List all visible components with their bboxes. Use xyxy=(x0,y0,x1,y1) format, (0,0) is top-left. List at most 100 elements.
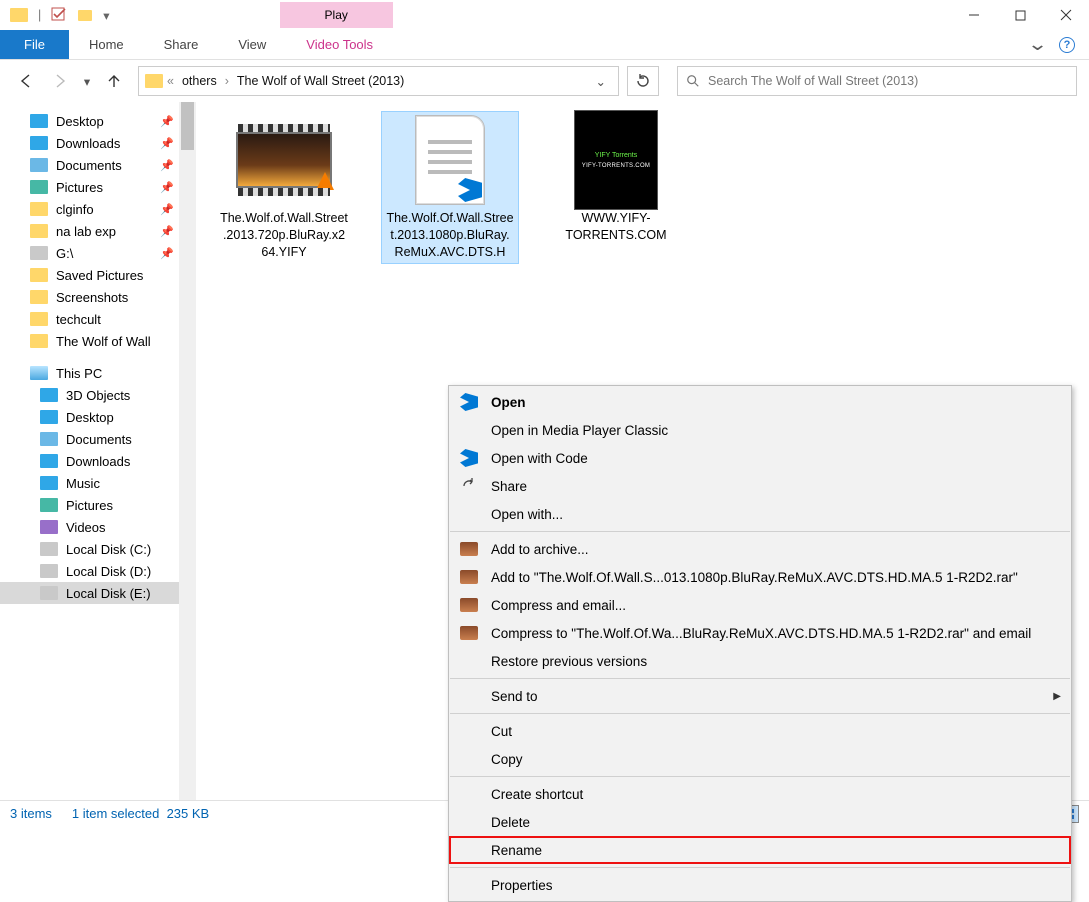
context-menu: Open Open in Media Player Classic Open w… xyxy=(448,385,1072,902)
sidebar-scrollbar-track[interactable] xyxy=(179,102,196,800)
nav-back-button[interactable] xyxy=(12,67,40,95)
ctx-restore[interactable]: Restore previous versions xyxy=(449,647,1071,675)
ribbon-help-icon[interactable]: ? xyxy=(1059,37,1075,53)
close-button[interactable] xyxy=(1043,0,1089,30)
ctx-add-archive[interactable]: Add to archive... xyxy=(449,535,1071,563)
sidebar-item[interactable]: G:\ 📌 xyxy=(0,242,196,264)
ctx-compress-to[interactable]: Compress to "The.Wolf.Of.Wa...BluRay.ReM… xyxy=(449,619,1071,647)
search-box[interactable]: Search The Wolf of Wall Street (2013) xyxy=(677,66,1077,96)
ribbon-tab-view[interactable]: View xyxy=(218,30,286,59)
this-pc-node[interactable]: This PC xyxy=(0,362,196,384)
ctx-open-code[interactable]: Open with Code xyxy=(449,444,1071,472)
sidebar-item-label: Local Disk (D:) xyxy=(66,564,151,579)
sidebar-item[interactable]: Documents 📌 xyxy=(0,154,196,176)
pin-icon: 📌 xyxy=(160,159,174,172)
ctx-shortcut[interactable]: Create shortcut xyxy=(449,780,1071,808)
refresh-button[interactable] xyxy=(627,66,659,96)
sidebar-item[interactable]: Pictures 📌 xyxy=(0,176,196,198)
sidebar-item[interactable]: 3D Objects xyxy=(0,384,196,406)
pin-icon: 📌 xyxy=(160,115,174,128)
sidebar-item[interactable]: Documents xyxy=(0,428,196,450)
folder-icon xyxy=(30,246,48,260)
ctx-separator xyxy=(450,678,1070,679)
qat-divider: | xyxy=(38,8,41,22)
file-item[interactable]: YIFY TorrentsYIFY-TORRENTS.COMWWW.YIFY-T… xyxy=(548,112,684,246)
sidebar-item[interactable]: Desktop 📌 xyxy=(0,110,196,132)
ribbon-tab-file[interactable]: File xyxy=(0,30,69,59)
sidebar-item[interactable]: techcult xyxy=(0,308,196,330)
sidebar-item-label: 3D Objects xyxy=(66,388,130,403)
ctx-cut[interactable]: Cut xyxy=(449,717,1071,745)
sidebar-item[interactable]: The Wolf of Wall xyxy=(0,330,196,352)
breadcrumb-l1[interactable]: others xyxy=(178,74,221,88)
sidebar-item[interactable]: Local Disk (D:) xyxy=(0,560,196,582)
sidebar-item[interactable]: Local Disk (C:) xyxy=(0,538,196,560)
ctx-add-to-rar[interactable]: Add to "The.Wolf.Of.Wall.S...013.1080p.B… xyxy=(449,563,1071,591)
minimize-button[interactable] xyxy=(951,0,997,30)
breadcrumb-root[interactable]: « xyxy=(167,74,174,88)
ctx-copy[interactable]: Copy xyxy=(449,745,1071,773)
ctx-share[interactable]: Share xyxy=(449,472,1071,500)
ctx-open-with[interactable]: Open with... xyxy=(449,500,1071,528)
drive-icon xyxy=(40,432,58,446)
maximize-button[interactable] xyxy=(997,0,1043,30)
ribbon-tab-share[interactable]: Share xyxy=(144,30,219,59)
sidebar-item[interactable]: Saved Pictures xyxy=(0,264,196,286)
ctx-compress-email[interactable]: Compress and email... xyxy=(449,591,1071,619)
sidebar-item[interactable]: Desktop xyxy=(0,406,196,428)
sidebar-item[interactable]: Local Disk (E:) xyxy=(0,582,196,604)
breadcrumb-l2[interactable]: The Wolf of Wall Street (2013) xyxy=(233,74,408,88)
navigation-bar: ▾ « others › The Wolf of Wall Street (20… xyxy=(0,60,1089,102)
ctx-send-to[interactable]: Send to▶ xyxy=(449,682,1071,710)
navigation-pane: Desktop 📌 Downloads 📌 Documents 📌 Pictur… xyxy=(0,102,196,800)
sidebar-item[interactable]: Downloads 📌 xyxy=(0,132,196,154)
share-icon xyxy=(459,476,479,496)
file-item[interactable]: The.Wolf.Of.Wall.Street.2013.1080p.BluRa… xyxy=(382,112,518,263)
sidebar-item[interactable]: Pictures xyxy=(0,494,196,516)
nav-recent-dropdown[interactable]: ▾ xyxy=(80,67,94,95)
sidebar-item[interactable]: Music xyxy=(0,472,196,494)
sidebar-scrollbar-thumb[interactable] xyxy=(181,102,194,150)
search-icon xyxy=(686,74,700,88)
folder-icon xyxy=(30,312,48,326)
explorer-body: Desktop 📌 Downloads 📌 Documents 📌 Pictur… xyxy=(0,102,1089,800)
pin-icon: 📌 xyxy=(160,247,174,260)
folder-icon xyxy=(30,114,48,128)
address-dropdown-icon[interactable]: ⌄ xyxy=(590,74,612,89)
ctx-separator xyxy=(450,713,1070,714)
qat-caret-icon[interactable]: ▾ xyxy=(103,8,109,23)
ribbon-collapse-icon[interactable]: ⌄ xyxy=(1027,34,1048,55)
ctx-open[interactable]: Open xyxy=(449,388,1071,416)
sidebar-item-label: Local Disk (E:) xyxy=(66,586,151,601)
file-item[interactable]: The.Wolf.of.Wall.Street.2013.720p.BluRay… xyxy=(216,112,352,263)
sidebar-item-label: na lab exp xyxy=(56,224,116,239)
ribbon-tab-home[interactable]: Home xyxy=(69,30,144,59)
sidebar-item-label: Desktop xyxy=(56,114,104,129)
ctx-delete[interactable]: Delete xyxy=(449,808,1071,836)
ribbon-help-area: ⌄ ? xyxy=(1030,30,1089,59)
ctx-separator xyxy=(450,776,1070,777)
nav-up-button[interactable] xyxy=(100,67,128,95)
sidebar-item-label: Downloads xyxy=(56,136,120,151)
sidebar-item[interactable]: na lab exp 📌 xyxy=(0,220,196,242)
sidebar-item[interactable]: Screenshots xyxy=(0,286,196,308)
pin-icon: 📌 xyxy=(160,137,174,150)
drive-icon xyxy=(40,476,58,490)
checkbox-icon[interactable] xyxy=(51,7,67,23)
sidebar-item[interactable]: Downloads xyxy=(0,450,196,472)
sidebar-item-label: Saved Pictures xyxy=(56,268,143,283)
drive-icon xyxy=(40,388,58,402)
ribbon-tab-video-tools[interactable]: Video Tools xyxy=(286,30,393,59)
sidebar-item[interactable]: clginfo 📌 xyxy=(0,198,196,220)
ctx-open-mpc[interactable]: Open in Media Player Classic xyxy=(449,416,1071,444)
pin-icon: 📌 xyxy=(160,181,174,194)
sidebar-item[interactable]: Videos xyxy=(0,516,196,538)
drive-icon xyxy=(40,498,58,512)
folder-small-icon[interactable] xyxy=(77,7,93,23)
nav-forward-button[interactable] xyxy=(46,67,74,95)
address-bar[interactable]: « others › The Wolf of Wall Street (2013… xyxy=(138,66,619,96)
ctx-rename[interactable]: Rename xyxy=(449,836,1071,864)
winrar-icon xyxy=(459,539,479,559)
ctx-properties[interactable]: Properties xyxy=(449,871,1071,899)
ctx-separator xyxy=(450,531,1070,532)
